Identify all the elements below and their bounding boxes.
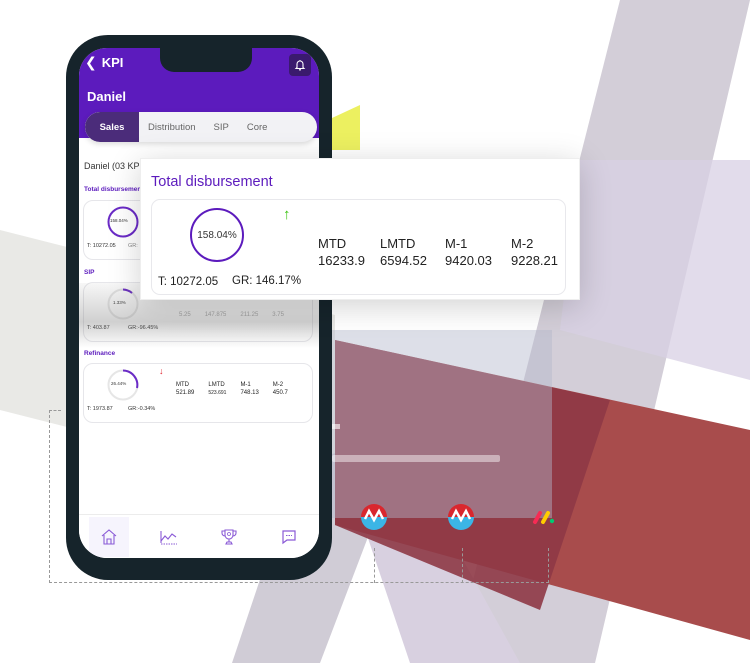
tab-bar: Sales Distribution SIP Core [85, 112, 317, 142]
phone-screen: ❮ KPI Daniel Sales Distribution SIP Core… [79, 48, 319, 558]
metric-label: LMTD [380, 236, 416, 251]
home-icon [101, 528, 117, 545]
kpi-growth: GR: 146.17% [232, 275, 302, 287]
bell-icon [294, 60, 306, 71]
metric-label: M-2 [272, 382, 284, 388]
kpi-target: T: 10272.05 [158, 276, 219, 288]
kpi-label: SIP [84, 269, 95, 276]
section-intro: Daniel (03 KPI [84, 161, 143, 171]
trophy-icon [221, 528, 237, 545]
metric-value: 450.7 [272, 390, 288, 396]
dashed-connector [548, 548, 549, 583]
metric-value: 9228.21 [511, 253, 558, 268]
notification-button[interactable] [289, 54, 311, 76]
metric-value: 523.691 [208, 390, 227, 396]
kpi-growth: GR:-0.34% [128, 406, 156, 412]
kpi-target: T: 1973.87 [87, 406, 113, 412]
kpi-values: MTD 521.89 LMTD 523.691 M-1 748.13 M-2 450.7 [176, 382, 288, 396]
dashed-connector [462, 548, 463, 583]
tab-core[interactable]: Core [238, 112, 277, 142]
card-title: Total disbursement [151, 174, 273, 190]
tab-sales[interactable]: Sales [85, 112, 139, 142]
yellow-shard [332, 105, 360, 150]
tab-distribution[interactable]: Distribution [139, 112, 205, 142]
header-title: KPI [101, 55, 124, 70]
arrow-down-icon: ↓ [159, 366, 164, 376]
ring-value: 158.04% [197, 229, 237, 241]
metric-label: LMTD [208, 382, 225, 388]
kpi-growth: GR: [128, 243, 138, 249]
nav-messages[interactable] [269, 517, 309, 557]
arrow-up-icon: ↑ [283, 206, 291, 223]
metric-value: 16233.9 [318, 253, 365, 268]
nav-analytics[interactable] [149, 517, 189, 557]
tab-sip[interactable]: SIP [205, 112, 238, 142]
card-body: 158.04% ↑ MTD 16233.9 LMTD 6594.52 M-1 9… [151, 199, 566, 295]
kpi-label: Refinance [84, 350, 116, 357]
chevron-left-icon: ❮ [85, 54, 97, 70]
m-logo-icon [448, 504, 474, 530]
metric-m1: M-1 9420.03 [445, 235, 492, 269]
metric-label: MTD [176, 382, 189, 388]
metric-value: 521.89 [176, 390, 195, 396]
line-chart-icon [160, 530, 177, 544]
metric-value: 6594.52 [380, 253, 427, 268]
metric-value: 748.13 [240, 390, 259, 396]
metric-label: MTD [318, 236, 347, 251]
metric-label: M-2 [511, 236, 534, 251]
metric-label: M-1 [445, 236, 468, 251]
metric-label: M-1 [240, 382, 251, 388]
ring-value: 26.44% [111, 381, 127, 386]
dashed-connector [49, 410, 61, 411]
m-logo-icon [361, 504, 387, 530]
nav-home[interactable] [89, 516, 129, 557]
back-button[interactable]: ❮ KPI [85, 54, 123, 71]
metric-lmtd: LMTD 6594.52 [380, 235, 427, 269]
metric-mtd: MTD 16233.9 [318, 235, 365, 269]
metric-value: 9420.03 [445, 253, 492, 268]
phone-notch [160, 48, 252, 72]
kpi-label: Total disbursemen [84, 186, 142, 193]
user-name: Daniel [87, 89, 127, 104]
monday-logo-icon [533, 511, 555, 524]
kpi-detail-card[interactable]: Total disbursement 158.04% ↑ MTD 16233.9… [140, 158, 580, 300]
metric-m2: M-2 9228.21 [511, 235, 558, 269]
chat-icon [282, 529, 296, 544]
ring-value: 158.04% [110, 218, 128, 223]
kpi-target: T: 10272.05 [87, 243, 116, 249]
kpi-card[interactable]: 26.44% ↓ MTD 521.89 LMTD 523.691 M-1 748.13… [83, 363, 313, 423]
nav-rewards[interactable] [209, 517, 249, 557]
bottom-nav [79, 514, 319, 558]
dashed-connector [374, 548, 375, 583]
